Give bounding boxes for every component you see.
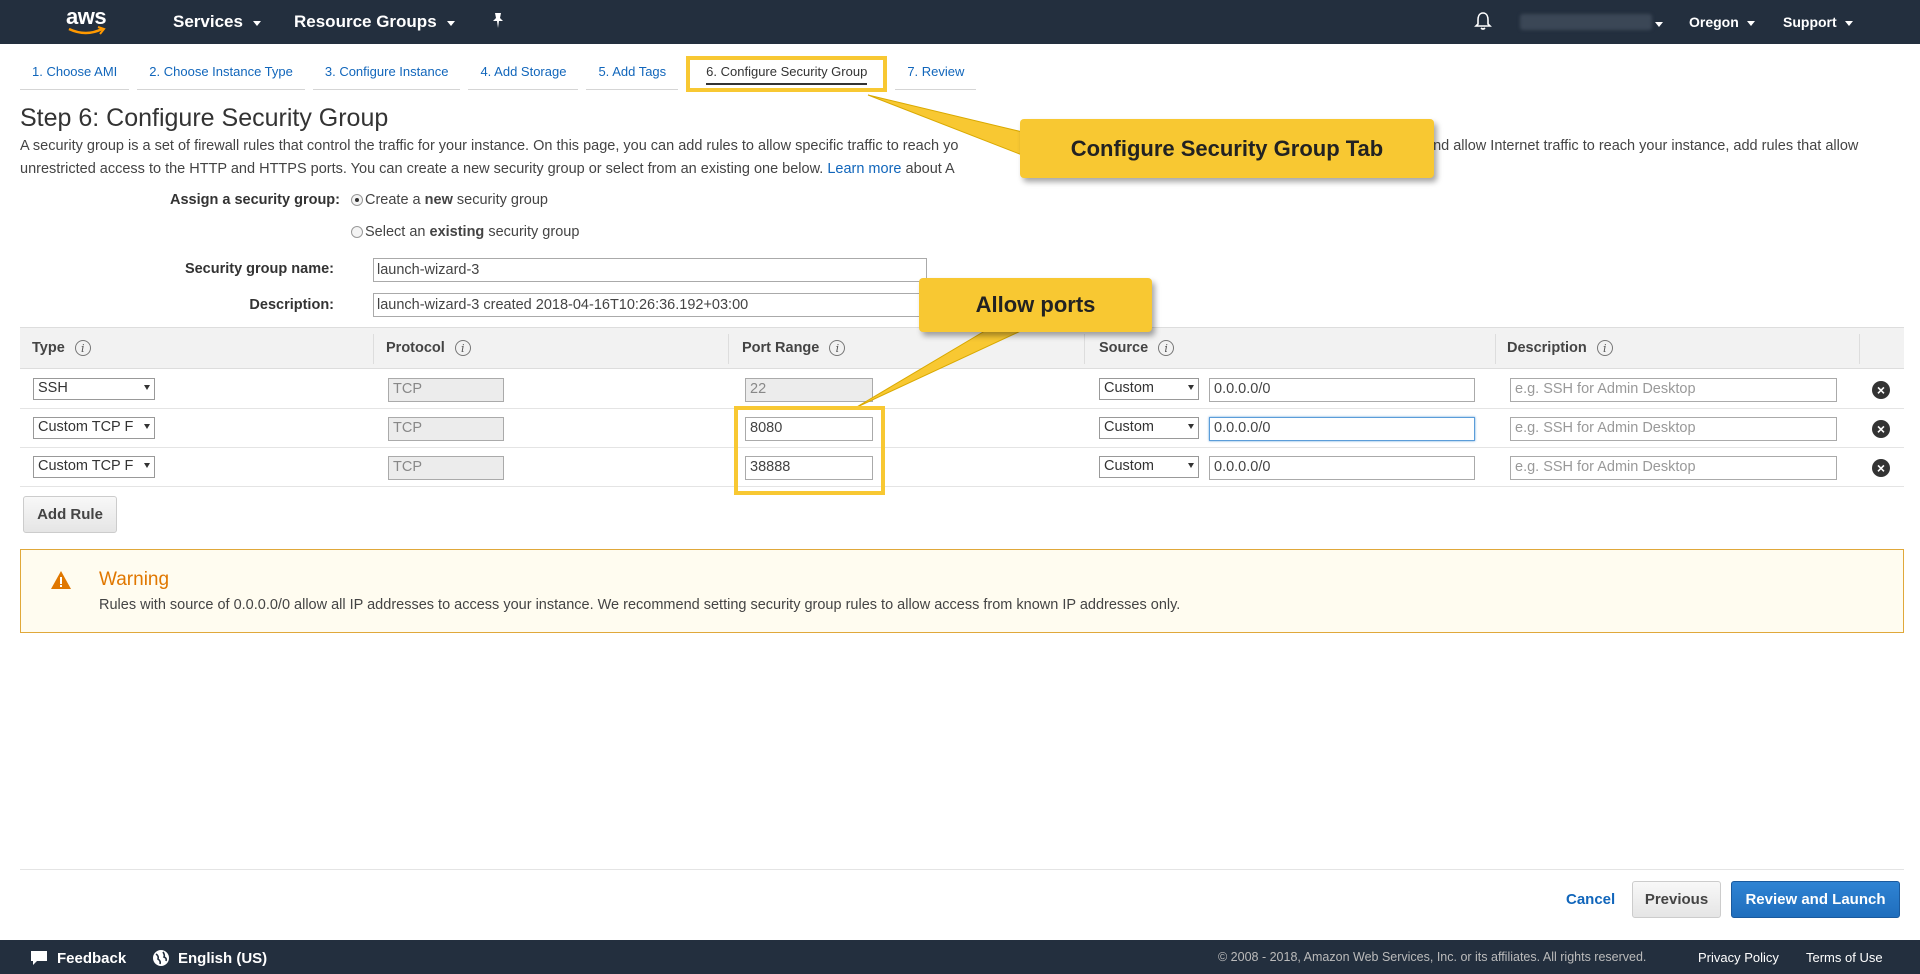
tab-callout-pointer bbox=[867, 94, 1036, 161]
ports-callout-pointer bbox=[854, 321, 1041, 409]
tab-annotation-callout: Configure Security Group Tab bbox=[1020, 119, 1434, 178]
ports-annotation-callout: Allow ports bbox=[919, 278, 1152, 332]
annotation-pointers bbox=[854, 94, 1041, 409]
port-highlight-box bbox=[734, 406, 885, 495]
